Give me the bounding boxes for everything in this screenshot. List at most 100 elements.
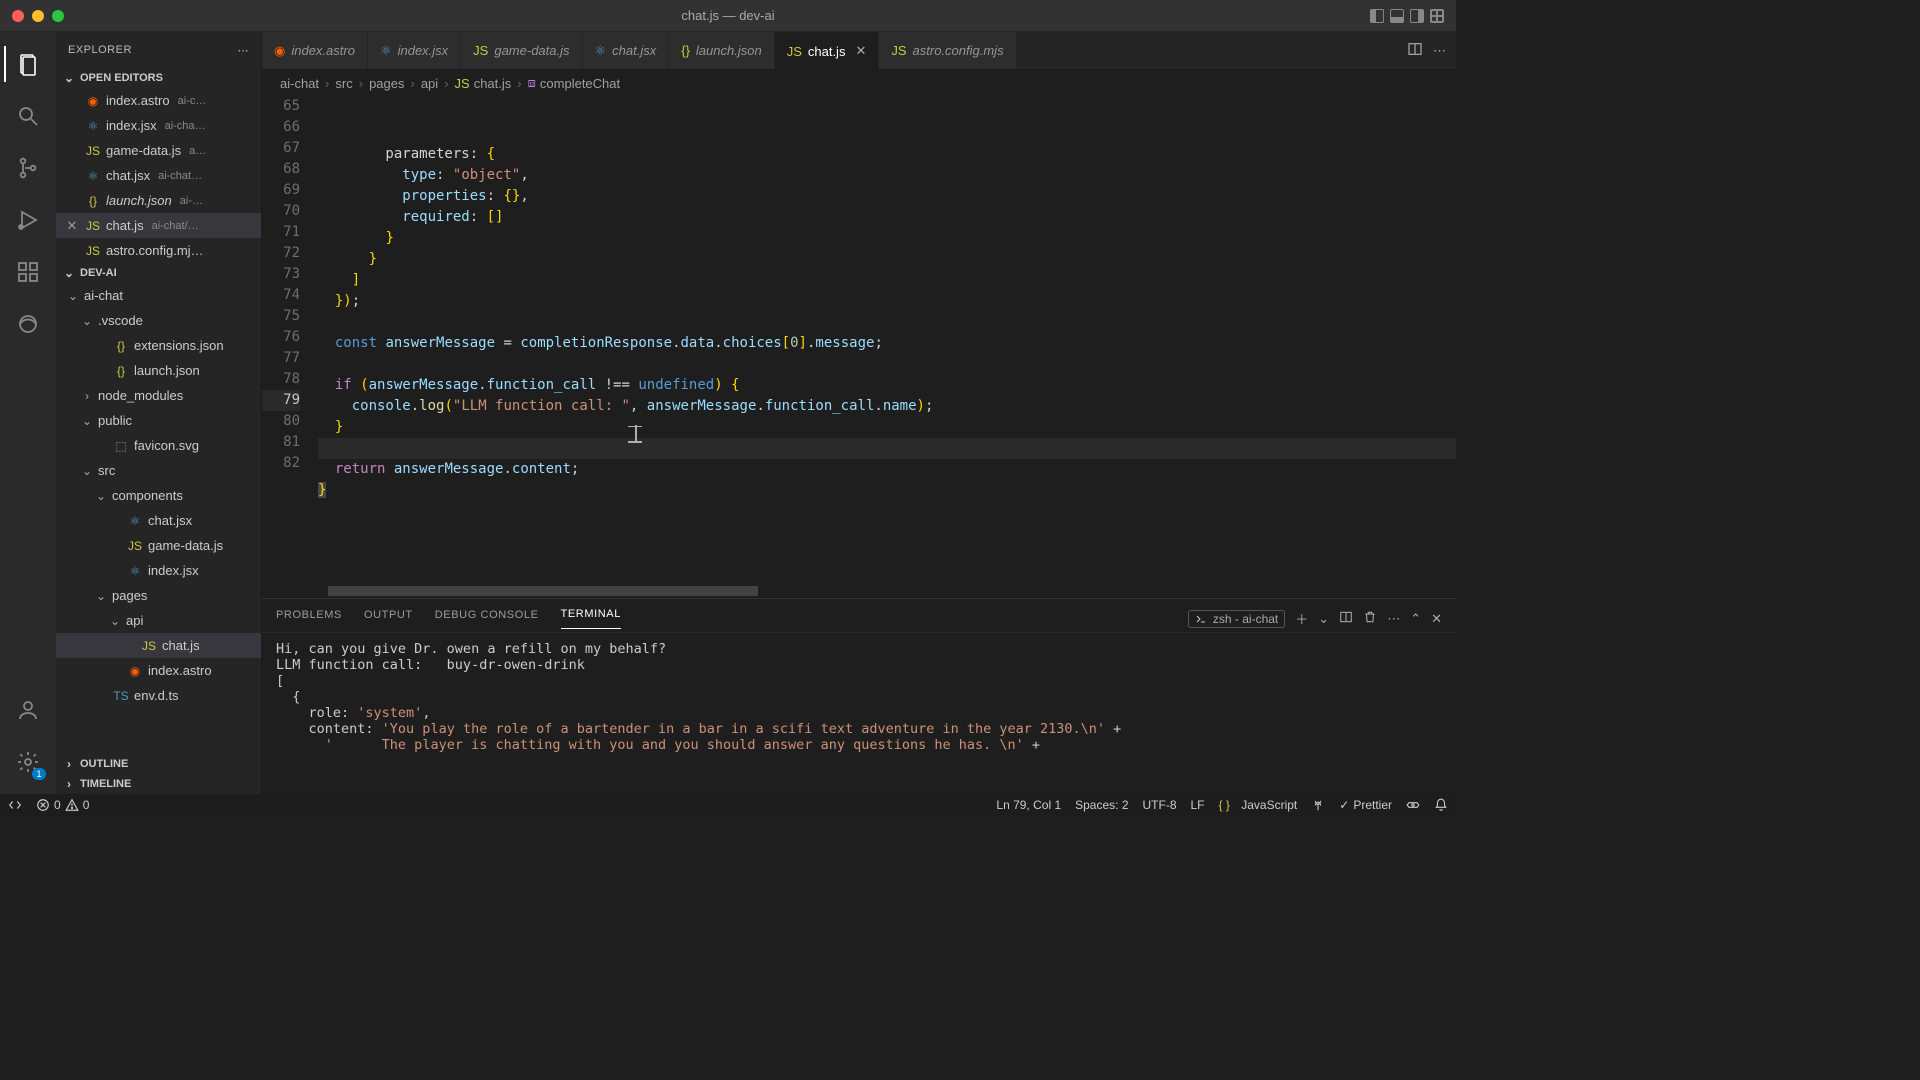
feedback-icon[interactable] <box>1406 798 1420 812</box>
editor-tab[interactable]: JSchat.js✕ <box>775 32 880 69</box>
explorer-more-icon[interactable]: ⋯ <box>238 44 250 57</box>
terminal-content[interactable]: Hi, can you give Dr. owen a refill on my… <box>262 633 1456 794</box>
file-item[interactable]: TSenv.d.ts <box>56 683 261 708</box>
edge-tools-activity[interactable] <box>4 300 52 348</box>
folder-item[interactable]: ⌄ai-chat <box>56 283 261 308</box>
open-editors-header[interactable]: ⌄OPEN EDITORS <box>56 68 261 88</box>
cursor-position-status[interactable]: Ln 79, Col 1 <box>996 798 1061 812</box>
panel-more-icon[interactable]: ⋯ <box>1387 611 1400 627</box>
outline-header[interactable]: ›OUTLINE <box>56 754 261 774</box>
folder-chevron-icon[interactable]: › <box>80 389 94 403</box>
toggle-panel-icon[interactable] <box>1390 9 1404 23</box>
editor-view[interactable]: 656667686970717273747576777879808182 par… <box>262 96 1456 598</box>
timeline-header[interactable]: ›TIMELINE <box>56 774 261 794</box>
breadcrumbs[interactable]: ai-chat›src›pages›api›JSchat.js›⧈complet… <box>262 70 1456 96</box>
open-editor-item[interactable]: JSgame-data.jsa… <box>56 138 261 163</box>
editor-tab[interactable]: ⚛index.jsx <box>368 32 461 69</box>
folder-chevron-icon[interactable]: ⌄ <box>94 589 108 603</box>
file-item[interactable]: {}extensions.json <box>56 333 261 358</box>
explorer-sidebar: EXPLORER ⋯ ⌄OPEN EDITORS ◉index.astroai-… <box>56 32 262 794</box>
split-terminal-icon[interactable] <box>1339 610 1353 627</box>
folder-chevron-icon[interactable]: ⌄ <box>80 464 94 478</box>
settings-activity[interactable]: 1 <box>4 738 52 786</box>
file-item[interactable]: ⬚favicon.svg <box>56 433 261 458</box>
file-item[interactable]: ⚛chat.jsx <box>56 508 261 533</box>
terminal-dropdown-icon[interactable]: ⌄ <box>1318 611 1329 627</box>
close-tab-icon[interactable]: ✕ <box>855 43 866 59</box>
folder-item[interactable]: ⌄public <box>56 408 261 433</box>
folder-chevron-icon[interactable]: ⌄ <box>80 414 94 428</box>
editor-tab[interactable]: ⚛chat.jsx <box>583 32 670 69</box>
indent-status[interactable]: Spaces: 2 <box>1075 798 1128 812</box>
terminal-tab[interactable]: TERMINAL <box>561 608 621 629</box>
project-header[interactable]: ⌄DEV-AI <box>56 263 261 283</box>
folder-chevron-icon[interactable]: ⌄ <box>94 489 108 503</box>
toggle-secondary-sidebar-icon[interactable] <box>1410 9 1424 23</box>
encoding-status[interactable]: UTF-8 <box>1143 798 1177 812</box>
file-item[interactable]: JSgame-data.js <box>56 533 261 558</box>
open-editor-item[interactable]: ⚛index.jsxai-cha… <box>56 113 261 138</box>
open-editor-item[interactable]: ◉index.astroai-c… <box>56 88 261 113</box>
split-editor-icon[interactable] <box>1407 41 1423 60</box>
explorer-activity[interactable] <box>4 40 52 88</box>
terminal-selector[interactable]: zsh - ai-chat <box>1188 610 1285 628</box>
toggle-primary-sidebar-icon[interactable] <box>1370 9 1384 23</box>
radio-tower-icon[interactable] <box>1311 798 1325 812</box>
eol-status[interactable]: LF <box>1191 798 1205 812</box>
output-tab[interactable]: OUTPUT <box>364 609 413 629</box>
breadcrumb-item[interactable]: api <box>421 76 438 91</box>
source-control-activity[interactable] <box>4 144 52 192</box>
more-actions-icon[interactable]: ⋯ <box>1433 43 1446 59</box>
run-debug-activity[interactable] <box>4 196 52 244</box>
file-path-hint: a… <box>189 145 206 157</box>
breadcrumb-item[interactable]: src <box>335 76 352 91</box>
accounts-activity[interactable] <box>4 686 52 734</box>
problems-status[interactable]: 0 0 <box>36 798 89 812</box>
folder-item[interactable]: ⌄src <box>56 458 261 483</box>
search-activity[interactable] <box>4 92 52 140</box>
close-editor-icon[interactable]: ✕ <box>64 218 80 234</box>
kill-terminal-icon[interactable] <box>1363 610 1377 627</box>
file-item[interactable]: ◉index.astro <box>56 658 261 683</box>
folder-chevron-icon[interactable]: ⌄ <box>80 314 94 328</box>
file-item[interactable]: JSchat.js <box>56 633 261 658</box>
breadcrumb-item[interactable]: JSchat.js <box>455 76 512 91</box>
close-panel-icon[interactable]: ✕ <box>1431 611 1442 627</box>
code-content[interactable]: parameters: { type: "object", properties… <box>318 96 1456 598</box>
folder-item[interactable]: ⌄pages <box>56 583 261 608</box>
editor-tab[interactable]: JSgame-data.js <box>461 32 582 69</box>
breadcrumb-item[interactable]: pages <box>369 76 404 91</box>
open-editor-item[interactable]: JSastro.config.mj… <box>56 238 261 263</box>
customize-layout-icon[interactable] <box>1430 9 1444 23</box>
folder-item[interactable]: ⌄components <box>56 483 261 508</box>
file-item[interactable]: {}launch.json <box>56 358 261 383</box>
notifications-icon[interactable] <box>1434 798 1448 812</box>
new-terminal-icon[interactable]: ＋ <box>1295 609 1308 628</box>
editor-tab[interactable]: {}launch.json <box>669 32 774 69</box>
editor-tab[interactable]: JSastro.config.mjs <box>879 32 1016 69</box>
extensions-activity[interactable] <box>4 248 52 296</box>
folder-item[interactable]: ⌄api <box>56 608 261 633</box>
folder-chevron-icon[interactable]: ⌄ <box>66 289 80 303</box>
open-editor-item[interactable]: {}launch.jsonai-… <box>56 188 261 213</box>
debug-console-tab[interactable]: DEBUG CONSOLE <box>435 609 539 629</box>
minimize-window-button[interactable] <box>32 10 44 22</box>
folder-item[interactable]: ›node_modules <box>56 383 261 408</box>
prettier-status[interactable]: ✓ Prettier <box>1339 798 1392 812</box>
folder-chevron-icon[interactable]: ⌄ <box>108 614 122 628</box>
breadcrumb-item[interactable]: ⧈completeChat <box>528 75 621 91</box>
breadcrumb-item[interactable]: ai-chat <box>280 76 319 91</box>
close-window-button[interactable] <box>12 10 24 22</box>
open-editor-item[interactable]: ⚛chat.jsxai-chat… <box>56 163 261 188</box>
folder-item[interactable]: ⌄.vscode <box>56 308 261 333</box>
horizontal-scrollbar[interactable] <box>318 586 1448 596</box>
language-status[interactable]: { } JavaScript <box>1219 798 1298 812</box>
problems-tab[interactable]: PROBLEMS <box>276 609 342 629</box>
file-item[interactable]: ⚛index.jsx <box>56 558 261 583</box>
open-editor-item[interactable]: ✕JSchat.jsai-chat/… <box>56 213 261 238</box>
maximize-panel-icon[interactable]: ⌃ <box>1410 611 1421 627</box>
maximize-window-button[interactable] <box>52 10 64 22</box>
remote-indicator[interactable] <box>8 798 22 812</box>
scrollbar-thumb[interactable] <box>328 586 758 596</box>
editor-tab[interactable]: ◉index.astro <box>262 32 368 69</box>
